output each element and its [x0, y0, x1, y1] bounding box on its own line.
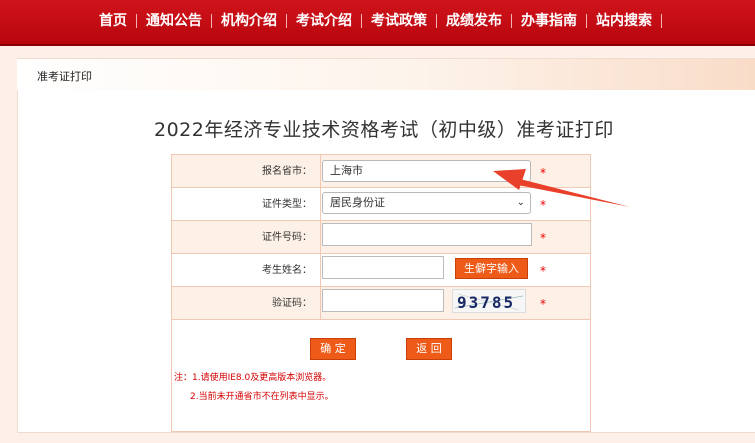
captcha-label: 验证码：: [172, 287, 321, 319]
note-line-2: 2.当前未开通省市不在列表中显示。: [190, 392, 334, 402]
province-select-value: 上海市: [330, 164, 363, 177]
nav-item-organization[interactable]: 机构介绍: [212, 12, 286, 30]
captcha-image[interactable]: 93785: [452, 289, 526, 313]
chevron-down-icon: ⌄: [516, 165, 525, 176]
required-mark: *: [540, 198, 546, 212]
note-line-1: 注：1.请使用IE8.0及更高版本浏览器。: [174, 373, 332, 383]
id-number-input[interactable]: [322, 223, 532, 246]
rare-character-input-button[interactable]: 生僻字输入: [455, 258, 528, 279]
top-navbar: 首页 通知公告 机构介绍 考试介绍 考试政策 成绩发布 办事指南 站内搜索: [0, 0, 755, 46]
nav-item-notices[interactable]: 通知公告: [137, 12, 211, 30]
required-mark: *: [540, 166, 546, 180]
nav-item-exam-intro[interactable]: 考试介绍: [287, 12, 361, 30]
nav-item-results[interactable]: 成绩发布: [437, 12, 511, 30]
captcha-input[interactable]: [322, 289, 444, 312]
candidate-name-input[interactable]: [322, 256, 444, 279]
id-type-label: 证件类型：: [172, 188, 321, 220]
breadcrumb-bar: 准考证打印: [17, 58, 755, 90]
chevron-down-icon: ⌄: [516, 197, 525, 208]
required-mark: *: [540, 264, 546, 278]
nav-item-exam-policy[interactable]: 考试政策: [362, 12, 436, 30]
nav-item-guide[interactable]: 办事指南: [512, 12, 586, 30]
name-label: 考生姓名：: [172, 254, 321, 286]
captcha-text: 93785: [457, 293, 515, 312]
captcha-noise: 93785: [454, 293, 524, 312]
id-type-select[interactable]: 居民身份证 ⌄: [322, 192, 531, 214]
province-select[interactable]: 上海市 ⌄: [322, 160, 531, 182]
id-type-select-value: 居民身份证: [330, 196, 385, 209]
province-label: 报名省市：: [172, 155, 321, 187]
page-title: 2022年经济专业技术资格考试（初中级）准考证打印: [154, 119, 614, 141]
back-button[interactable]: 返 回: [406, 338, 452, 360]
nav-separator: [661, 14, 662, 28]
confirm-button[interactable]: 确 定: [310, 338, 356, 360]
required-mark: *: [540, 231, 546, 245]
id-number-label: 证件号码：: [172, 221, 321, 253]
nav-item-site-search[interactable]: 站内搜索: [587, 12, 661, 30]
required-mark: *: [540, 297, 546, 311]
nav-items: 首页 通知公告 机构介绍 考试介绍 考试政策 成绩发布 办事指南 站内搜索: [90, 12, 662, 30]
nav-item-home[interactable]: 首页: [90, 12, 136, 30]
breadcrumb: 准考证打印: [37, 70, 92, 83]
